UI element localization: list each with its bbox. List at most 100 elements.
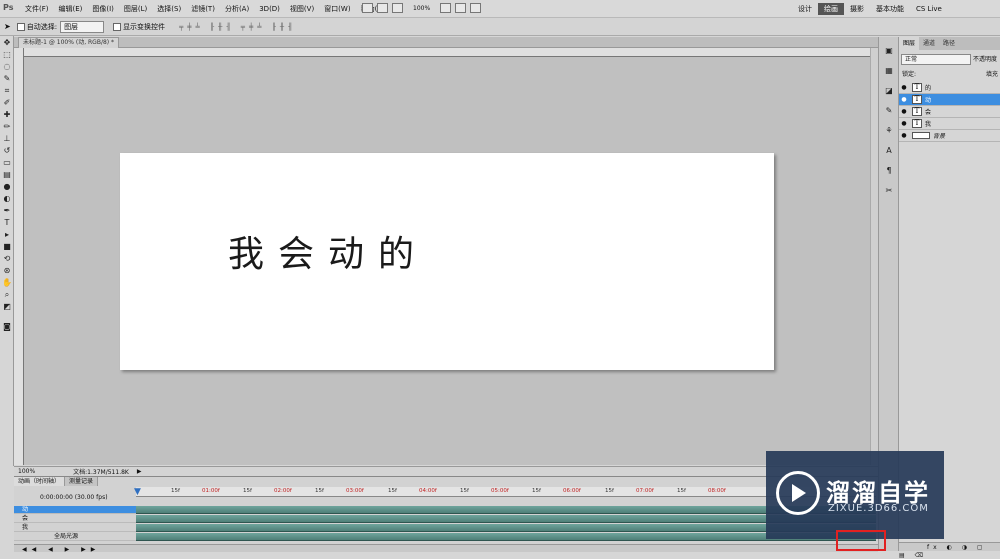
hand-tool-icon[interactable]	[440, 3, 452, 13]
adjustments-panel-icon[interactable]: ◪	[882, 85, 896, 97]
menu-filter[interactable]: 滤镜(T)	[186, 0, 220, 18]
layer-row[interactable]: ● 背景	[899, 130, 1000, 142]
brush-icon[interactable]: ✏	[2, 122, 12, 132]
layer-name[interactable]: 我	[925, 119, 931, 128]
brushes-panel-icon[interactable]: ✎	[882, 105, 896, 117]
layer-row[interactable]: ● T 动	[899, 94, 1000, 106]
quick-mask-icon[interactable]: ◙	[2, 322, 12, 332]
color-swatches-icon[interactable]: ◩	[2, 302, 12, 320]
menu-image[interactable]: 图像(I)	[87, 0, 119, 18]
layer-name[interactable]: 背景	[933, 131, 945, 140]
screen-mode-icon[interactable]	[470, 3, 482, 13]
stamp-icon[interactable]: ⊥	[2, 134, 12, 144]
arrange-documents-icon[interactable]	[455, 3, 467, 13]
menu-file[interactable]: 文件(F)	[20, 0, 54, 18]
track-row[interactable]: 动	[14, 506, 136, 514]
workspace-design[interactable]: 设计	[792, 0, 818, 18]
zoom-level-select[interactable]: 100%	[407, 5, 436, 12]
canvas-text[interactable]: 我会动的	[228, 225, 428, 277]
tab-channels[interactable]: 通道	[919, 37, 939, 50]
tab-paths[interactable]: 路径	[939, 37, 959, 50]
layer-actions-icons[interactable]: fx ◐ ◑ ▢ ▤ ⌫	[899, 544, 987, 559]
crop-icon[interactable]: ⌗	[2, 86, 12, 96]
eyedropper-icon[interactable]: ✐	[2, 98, 12, 108]
playhead-icon[interactable]: ▼	[134, 487, 141, 497]
auto-select-dropdown[interactable]: 图层	[60, 20, 105, 33]
playback-controls-icon[interactable]: ◀◀ ◀ ▶ ▶▶	[22, 546, 100, 553]
visibility-eye-icon[interactable]: ●	[899, 108, 909, 115]
move-icon[interactable]: ✥	[2, 38, 12, 48]
layer-name[interactable]: 的	[925, 83, 931, 92]
quick-select-icon[interactable]: ✎	[2, 74, 12, 84]
workspace-painting[interactable]: 绘画	[818, 3, 844, 15]
layer-row[interactable]: ● T 的	[899, 82, 1000, 94]
menu-3d[interactable]: 3D(D)	[254, 0, 285, 18]
paragraph-panel-icon[interactable]: ¶	[882, 165, 896, 177]
view-extras-icon[interactable]	[392, 3, 403, 13]
visibility-eye-icon[interactable]: ●	[899, 96, 909, 103]
tab-measurement-log[interactable]: 测量记录	[65, 477, 99, 486]
path-select-icon[interactable]: ▸	[2, 230, 12, 240]
track-bar[interactable]	[136, 506, 876, 514]
workspace-photography[interactable]: 摄影	[844, 0, 870, 18]
history-brush-icon[interactable]: ↺	[2, 146, 12, 156]
bridge-icon[interactable]	[362, 3, 373, 13]
marquee-icon[interactable]: ⬚	[2, 50, 12, 60]
layer-row[interactable]: ● T 我	[899, 118, 1000, 130]
layer-row[interactable]: ● T 会	[899, 106, 1000, 118]
3d-orbit-icon[interactable]: ⊛	[2, 266, 12, 276]
tab-animation-timeline[interactable]: 动画（时间轴）	[14, 477, 66, 486]
tool-presets-icon[interactable]: ✂	[882, 185, 896, 197]
hand-icon[interactable]: ✋	[2, 278, 12, 288]
clone-source-icon[interactable]: ⚘	[882, 125, 896, 137]
track-bar[interactable]	[136, 515, 876, 523]
align-icons[interactable]: ╤╪╧ ╟╫╢ ╤╪╧ ╟╫╢	[179, 23, 296, 31]
workspace-essentials[interactable]: 基本功能	[870, 0, 910, 18]
show-transform-checkbox[interactable]	[113, 22, 122, 31]
minibridge-icon[interactable]	[377, 3, 388, 13]
track-row[interactable]: 我	[14, 524, 136, 532]
healing-icon[interactable]: ✚	[2, 110, 12, 120]
track-bar[interactable]	[136, 533, 876, 541]
eraser-icon[interactable]: ▭	[2, 158, 12, 168]
status-menu-arrow-icon[interactable]: ▶	[133, 468, 146, 475]
document-tab[interactable]: 未标题-1 @ 100% (动, RGB/8) *	[18, 37, 120, 48]
timeline-ruler[interactable]: 15f 01:00f 15f 02:00f 15f 03:00f 15f 04:…	[136, 487, 876, 497]
cs-live-button[interactable]: CS Live	[910, 0, 948, 18]
vertical-ruler[interactable]	[14, 48, 24, 465]
visibility-eye-icon[interactable]: ●	[899, 84, 909, 91]
auto-select-checkbox[interactable]	[16, 22, 25, 31]
menu-select[interactable]: 选择(S)	[152, 0, 186, 18]
visibility-eye-icon[interactable]: ●	[899, 132, 909, 139]
global-light-row[interactable]: 全局光源	[14, 533, 136, 541]
layer-name[interactable]: 会	[925, 107, 931, 116]
shape-icon[interactable]: ■	[2, 242, 12, 252]
menu-edit[interactable]: 编辑(E)	[54, 0, 88, 18]
dodge-icon[interactable]: ◐	[2, 194, 12, 204]
swatches-panel-icon[interactable]: ▦	[882, 65, 896, 77]
horizontal-ruler[interactable]	[24, 48, 870, 57]
pen-icon[interactable]: ✒	[2, 206, 12, 216]
lasso-icon[interactable]: ◌	[2, 62, 12, 72]
color-panel-icon[interactable]: ▣	[882, 45, 896, 57]
visibility-eye-icon[interactable]: ●	[899, 120, 909, 127]
document-canvas[interactable]: 我会动的	[120, 153, 774, 370]
menu-layer[interactable]: 图层(L)	[119, 0, 152, 18]
menu-analysis[interactable]: 分析(A)	[220, 0, 254, 18]
zoom-icon[interactable]: ⌕	[2, 290, 12, 300]
tab-layers[interactable]: 图层	[899, 37, 920, 50]
3d-rotate-icon[interactable]: ⟲	[2, 254, 12, 264]
menu-window[interactable]: 窗口(W)	[319, 0, 355, 18]
zoom-readout[interactable]: 100%	[14, 468, 39, 475]
menu-view[interactable]: 视图(V)	[285, 0, 319, 18]
vertical-scrollbar[interactable]	[870, 48, 878, 465]
layer-name[interactable]: 动	[925, 95, 931, 104]
track-bar[interactable]	[136, 524, 876, 532]
type-icon[interactable]: T	[2, 218, 12, 228]
gradient-icon[interactable]: ▤	[2, 170, 12, 180]
blend-mode-dropdown[interactable]: 正常	[901, 54, 971, 65]
blur-icon[interactable]: ●	[2, 182, 12, 192]
track-row[interactable]: 会	[14, 515, 136, 523]
move-tool-icon[interactable]: ➤	[4, 22, 11, 31]
character-panel-icon[interactable]: A	[882, 145, 896, 157]
